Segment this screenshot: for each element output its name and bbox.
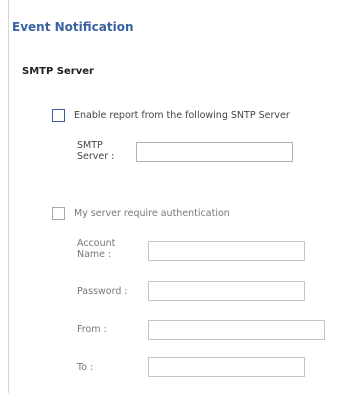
- password-label: Password :: [77, 286, 128, 297]
- left-divider: [8, 0, 9, 393]
- from-input[interactable]: [148, 320, 325, 340]
- account-name-label-line1: Account: [77, 238, 116, 249]
- password-input[interactable]: [148, 281, 305, 301]
- from-label: From :: [77, 324, 107, 335]
- smtp-server-input[interactable]: [136, 142, 293, 162]
- account-name-label-line2: Name :: [77, 249, 112, 260]
- require-auth-label: My server require authentication: [74, 208, 230, 219]
- smtp-server-label-line1: SMTP: [77, 140, 103, 151]
- account-name-input[interactable]: [148, 241, 305, 261]
- section-heading-smtp: SMTP Server: [22, 66, 94, 77]
- enable-smtp-label: Enable report from the following SNTP Se…: [74, 110, 290, 121]
- require-auth-checkbox[interactable]: [52, 207, 65, 220]
- to-label: To :: [77, 362, 94, 373]
- smtp-server-label-line2: Server :: [77, 151, 115, 162]
- page-title: Event Notification: [12, 20, 134, 34]
- enable-smtp-checkbox[interactable]: [52, 109, 65, 122]
- to-input[interactable]: [148, 357, 305, 377]
